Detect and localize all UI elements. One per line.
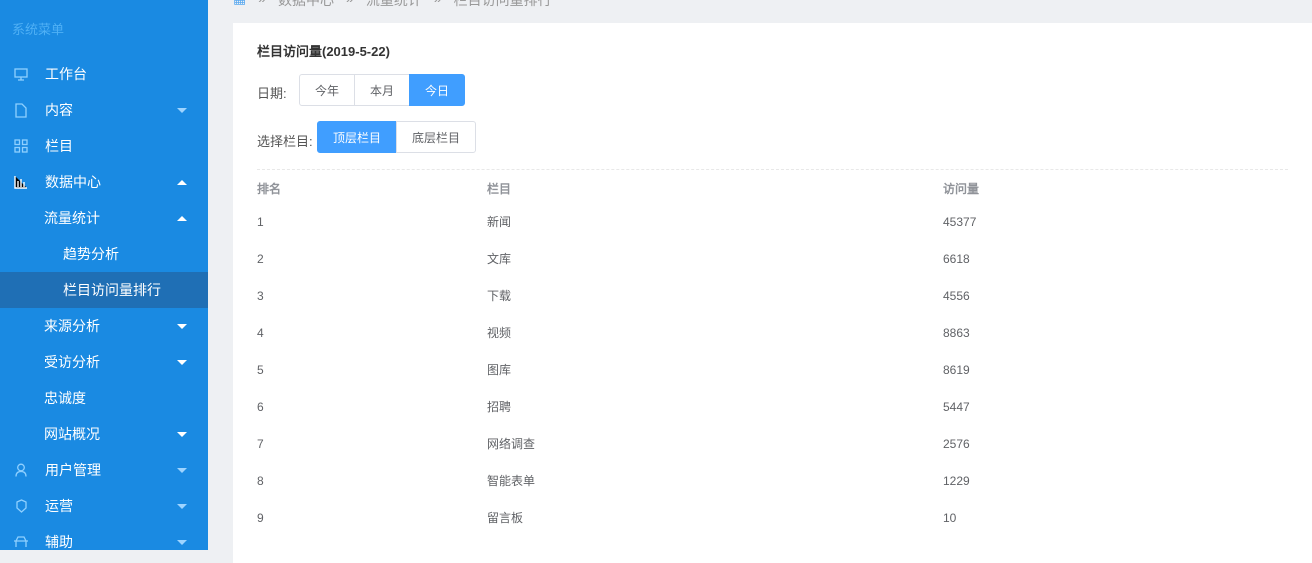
cell-column: 留言板: [487, 511, 524, 525]
date-filter: 今年 本月 今日: [299, 74, 466, 106]
table-row: 5 图库 8619: [257, 351, 1288, 388]
sidebar: 系统菜单 工作台 内容 栏目 数据中心 流量统计 趋势分析 栏目访问量排行 来源…: [0, 0, 208, 550]
cell-visits: 4556: [943, 288, 970, 303]
table-row: 8 智能表单 1229: [257, 462, 1288, 499]
monitor-icon: [13, 66, 29, 82]
bar-chart-icon: [13, 174, 29, 190]
cell-column: 图库: [487, 363, 512, 377]
table-row: 7 网络调查 2576: [257, 425, 1288, 462]
chevron-down-icon: [177, 431, 187, 437]
shield-icon: [13, 498, 29, 514]
sidebar-item-site-overview[interactable]: 网站概况: [0, 416, 208, 452]
home-icon[interactable]: ▦: [233, 0, 246, 10]
table-row: 6 招聘 5447: [257, 388, 1288, 425]
cell-column: 新闻: [487, 215, 512, 229]
menu-title: 系统菜单: [12, 22, 65, 37]
column-filter: 顶层栏目 底层栏目: [317, 121, 477, 153]
breadcrumb: ▦ » 数据中心 » 流量统计 » 栏目访问量排行: [233, 0, 552, 10]
cell-rank: 1: [257, 214, 264, 229]
breadcrumb-item[interactable]: 数据中心: [278, 0, 334, 10]
cell-visits: 45377: [943, 214, 977, 229]
cell-column: 视频: [487, 326, 512, 340]
header-rank: 排名: [257, 181, 282, 196]
cell-column: 下载: [487, 289, 512, 303]
date-today-button[interactable]: 今日: [409, 74, 466, 106]
chevron-down-icon: [177, 107, 187, 113]
chevron-down-icon: [177, 539, 187, 545]
grid-icon: [13, 138, 29, 154]
table-row: 1 新闻 45377: [257, 203, 1288, 240]
cell-visits: 6618: [943, 251, 970, 266]
sidebar-item-source-analysis[interactable]: 来源分析: [0, 308, 208, 344]
header-column: 栏目: [487, 181, 512, 196]
user-icon: [13, 462, 29, 478]
divider: [257, 169, 1288, 170]
ranking-table: 排名 栏目 访问量 1 新闻 45377 2 文库 6618 3 下载 4556 4 视频 8863 5…: [257, 173, 1288, 536]
date-this-month-button[interactable]: 本月: [354, 74, 411, 106]
chevron-down-icon: [177, 503, 187, 509]
table-row: 9 留言板 10: [257, 499, 1288, 536]
cell-column: 智能表单: [487, 474, 536, 488]
date-label: 日期:: [257, 86, 287, 101]
cell-visits: 2576: [943, 436, 970, 451]
cell-visits: 8619: [943, 362, 970, 377]
chevron-up-icon: [177, 179, 187, 185]
cell-column: 招聘: [487, 400, 512, 414]
cell-rank: 3: [257, 288, 264, 303]
breadcrumb-item[interactable]: 流量统计: [366, 0, 422, 10]
tool-icon: [13, 534, 29, 550]
cell-rank: 2: [257, 251, 264, 266]
chevron-down-icon: [177, 359, 187, 365]
breadcrumb-item: 栏目访问量排行: [453, 0, 552, 8]
header-visits: 访问量: [943, 181, 980, 196]
sidebar-item-operations[interactable]: 运营: [0, 488, 208, 524]
table-row: 3 下载 4556: [257, 277, 1288, 314]
content-card: 栏目访问量(2019-5-22) 日期: 今年 本月 今日 选择栏目: 顶层栏目…: [233, 23, 1312, 563]
cell-visits: 10: [943, 510, 957, 525]
chevron-down-icon: [177, 323, 187, 329]
sidebar-item-trend-analysis[interactable]: 趋势分析: [0, 236, 208, 272]
table-row: 4 视频 8863: [257, 314, 1288, 351]
cell-column: 网络调查: [487, 437, 536, 451]
sidebar-item-loyalty[interactable]: 忠诚度: [0, 380, 208, 416]
cell-rank: 8: [257, 473, 264, 488]
sidebar-item-data-center[interactable]: 数据中心: [0, 164, 208, 200]
cell-rank: 9: [257, 510, 264, 525]
date-this-year-button[interactable]: 今年: [299, 74, 356, 106]
table-row: 2 文库 6618: [257, 240, 1288, 277]
sidebar-item-content[interactable]: 内容: [0, 92, 208, 128]
cell-column: 文库: [487, 252, 512, 266]
sidebar-item-traffic-stats[interactable]: 流量统计: [0, 200, 208, 236]
chevron-up-icon: [177, 215, 187, 221]
page-title: 栏目访问量(2019-5-22): [257, 44, 390, 59]
top-column-button[interactable]: 顶层栏目: [317, 121, 398, 153]
column-label: 选择栏目:: [257, 134, 313, 149]
cell-visits: 1229: [943, 473, 970, 488]
sidebar-item-user-management[interactable]: 用户管理: [0, 452, 208, 488]
sidebar-item-column[interactable]: 栏目: [0, 128, 208, 164]
cell-visits: 5447: [943, 399, 970, 414]
cell-rank: 5: [257, 362, 264, 377]
chevron-down-icon: [177, 467, 187, 473]
bottom-column-button[interactable]: 底层栏目: [396, 121, 477, 153]
cell-rank: 7: [257, 436, 264, 451]
cell-rank: 6: [257, 399, 264, 414]
sidebar-item-auxiliary[interactable]: 辅助: [0, 524, 208, 560]
sidebar-item-visited-analysis[interactable]: 受访分析: [0, 344, 208, 380]
sidebar-item-workbench[interactable]: 工作台: [0, 56, 208, 92]
file-icon: [13, 102, 29, 118]
sidebar-item-column-ranking[interactable]: 栏目访问量排行: [0, 272, 208, 308]
cell-rank: 4: [257, 325, 264, 340]
cell-visits: 8863: [943, 325, 970, 340]
